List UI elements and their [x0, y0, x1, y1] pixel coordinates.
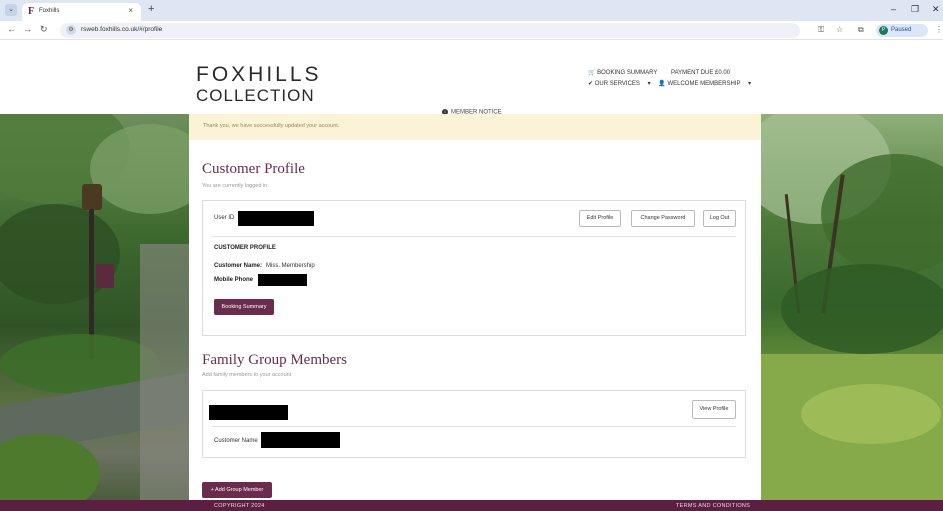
profile-paused-button[interactable]: P Paused: [876, 24, 928, 37]
browser-toolbar: ← → ↻ ⚙ rsweb.foxhills.co.uk/#/profile ⚿…: [0, 21, 943, 40]
customer-profile-subtitle: You are currently logged in.: [202, 183, 269, 189]
extensions-icon[interactable]: ⧉: [858, 25, 864, 35]
url-text: rsweb.foxhills.co.uk/#/profile: [81, 26, 163, 33]
site-favicon-icon: F: [28, 6, 35, 17]
welcome-membership-menu[interactable]: 👤 WELCOME MEMBERSHIP ▾: [658, 81, 751, 87]
redacted-user-id: [238, 211, 314, 226]
header-nav: 🛒 BOOKING SUMMARY PAYMENT DUE £0.00 ✔ OU…: [588, 68, 757, 90]
tab-title: Foxhills: [39, 8, 60, 14]
change-password-button[interactable]: Change Password: [631, 210, 695, 227]
profile-content: Customer Profile You are currently logge…: [189, 140, 761, 500]
browser-tab-bar: ⌄ F Foxhills × + – ❐ ✕: [0, 0, 943, 21]
our-services-menu[interactable]: ✔ OUR SERVICES ▾: [588, 81, 651, 87]
redacted-member-name: [209, 405, 288, 420]
customer-profile-title: Customer Profile: [202, 161, 305, 177]
family-member-card: View Profile Customer Name: [202, 390, 746, 458]
member-customer-name-label: Customer Name: [214, 438, 258, 444]
log-out-button[interactable]: Log Out: [703, 210, 736, 227]
family-group-subtitle: Add family members to your account: [202, 372, 292, 378]
background-scenery-right: [761, 114, 943, 500]
password-key-icon[interactable]: ⚿: [818, 25, 824, 35]
browser-menu-icon[interactable]: ⋮: [935, 25, 943, 34]
browser-tab[interactable]: F Foxhills ×: [22, 3, 141, 21]
customer-name-label: Customer Name:: [214, 263, 263, 269]
main-content: Thank you, we have successfully updated …: [189, 114, 761, 500]
minimize-icon[interactable]: –: [891, 4, 896, 14]
card-divider: [212, 426, 736, 427]
family-group-title: Family Group Members: [202, 352, 347, 368]
customer-profile-heading: CUSTOMER PROFILE: [214, 245, 276, 251]
site-header: FOXHILLS COLLECTION 🛒 BOOKING SUMMARY PA…: [0, 40, 943, 116]
panel-divider: [212, 236, 736, 237]
logo-top-text: FOXHILLS: [196, 63, 322, 86]
redacted-member-customer-name: [261, 432, 340, 448]
payment-due-link[interactable]: PAYMENT DUE £0.00: [671, 70, 730, 76]
foxhills-logo[interactable]: FOXHILLS COLLECTION: [196, 64, 322, 104]
back-icon[interactable]: ←: [7, 24, 16, 34]
terms-link[interactable]: TERMS AND CONDITIONS: [676, 503, 750, 509]
booking-summary-label: BOOKING SUMMARY: [597, 70, 658, 76]
edit-profile-button[interactable]: Edit Profile: [579, 210, 621, 227]
customer-profile-panel: User ID Edit Profile Change Password Log…: [202, 200, 746, 336]
tab-search-icon[interactable]: ⌄: [5, 4, 17, 16]
new-tab-icon[interactable]: +: [148, 3, 154, 15]
add-group-member-button[interactable]: + Add Group Member: [202, 482, 272, 498]
address-bar[interactable]: ⚙ rsweb.foxhills.co.uk/#/profile: [60, 23, 800, 38]
customer-name-value: Miss. Membership: [266, 263, 315, 269]
restore-icon[interactable]: ❐: [911, 4, 919, 15]
site-info-icon[interactable]: ⚙: [66, 25, 76, 35]
mobile-phone-label: Mobile Phone: [214, 277, 253, 283]
user-id-label: User ID: [214, 215, 235, 221]
view-profile-button[interactable]: View Profile: [692, 400, 736, 419]
paused-label: Paused: [891, 27, 912, 33]
success-alert: Thank you, we have successfully updated …: [189, 114, 761, 140]
site-footer: COPYRIGHT 2024 TERMS AND CONDITIONS: [0, 500, 943, 511]
copyright-text: COPYRIGHT 2024: [214, 503, 265, 509]
welcome-label: WELCOME MEMBERSHIP: [667, 81, 741, 87]
background-scenery-left: [0, 114, 189, 500]
close-tab-icon[interactable]: ×: [128, 6, 133, 15]
close-window-icon[interactable]: ✕: [932, 4, 940, 15]
our-services-label: OUR SERVICES: [594, 81, 640, 87]
booking-summary-link[interactable]: 🛒 BOOKING SUMMARY: [588, 70, 663, 76]
reload-icon[interactable]: ↻: [40, 24, 48, 35]
redacted-mobile-phone: [258, 274, 307, 286]
profile-avatar-icon: P: [879, 26, 888, 35]
bookmark-star-icon[interactable]: ☆: [836, 25, 843, 34]
booking-summary-button[interactable]: Booking Summary: [214, 299, 274, 315]
logo-bottom-text: COLLECTION: [196, 86, 315, 105]
alert-message: Thank you, we have successfully updated …: [203, 123, 340, 129]
forward-icon[interactable]: →: [23, 24, 32, 34]
